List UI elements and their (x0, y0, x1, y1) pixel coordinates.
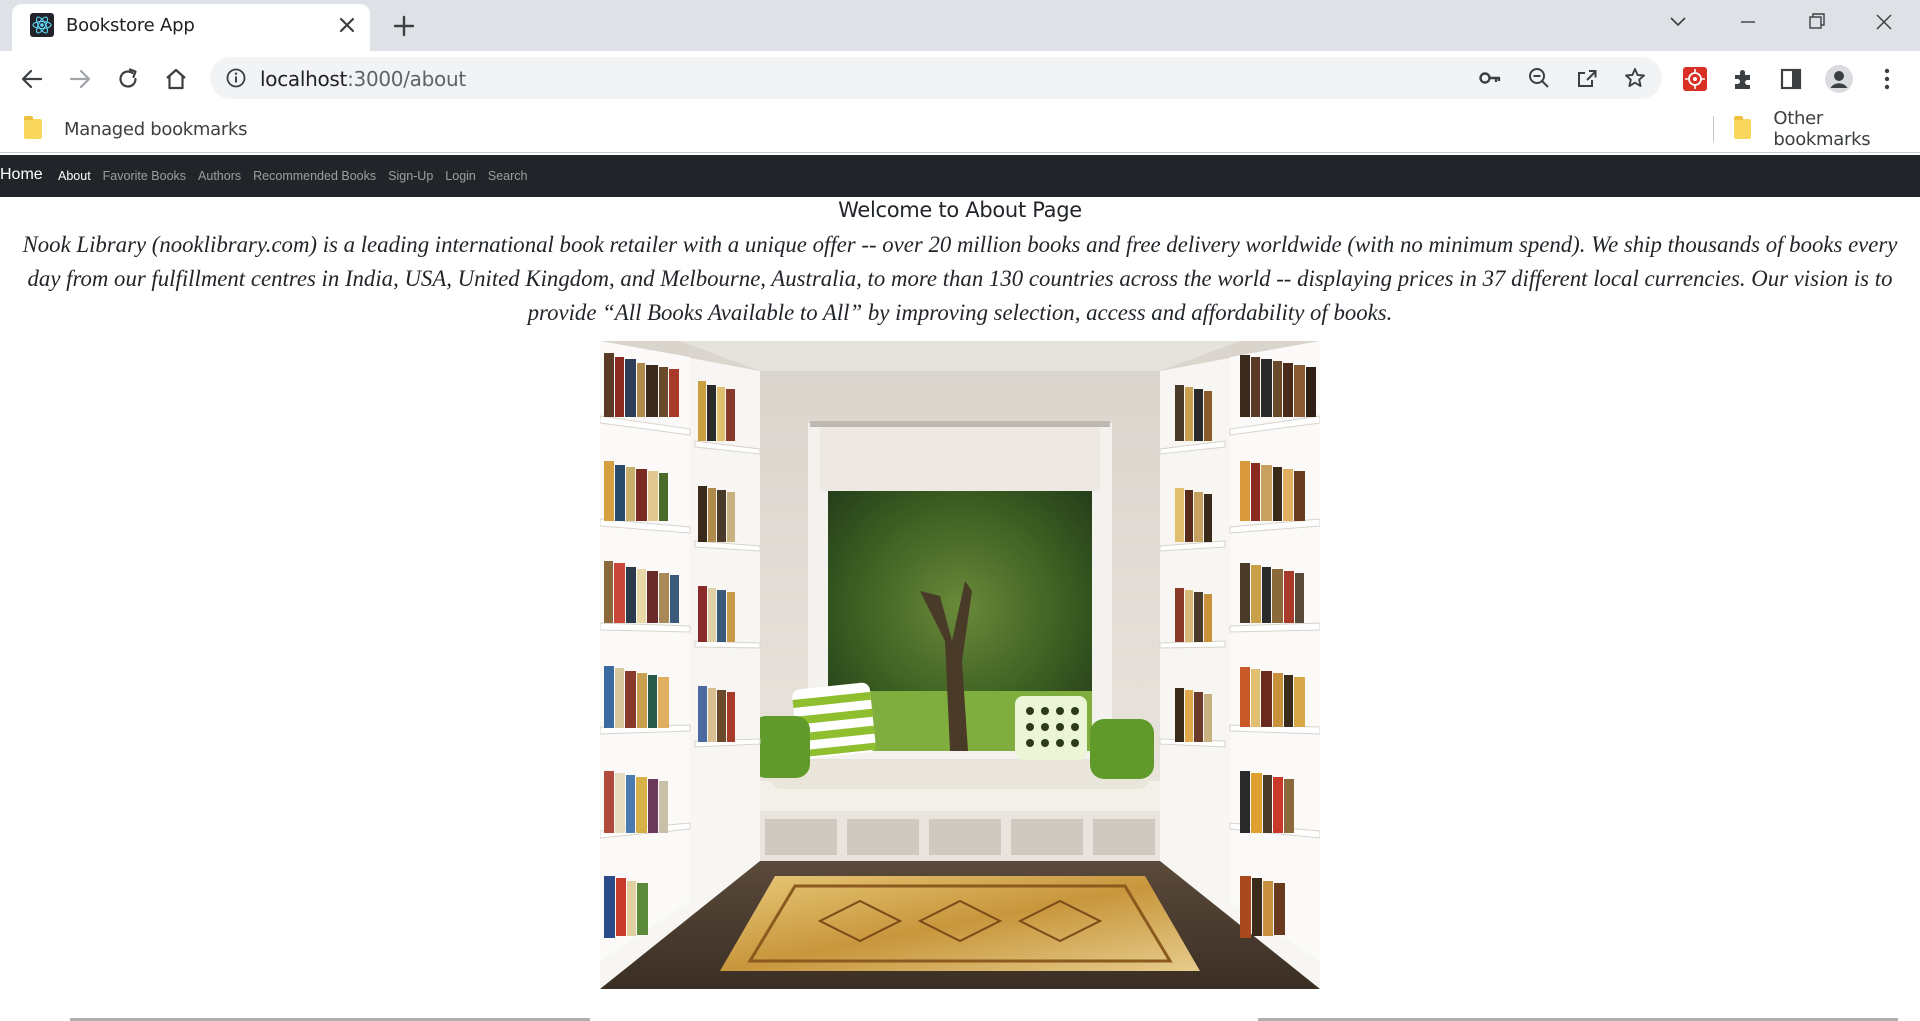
chevron-down-icon[interactable] (1660, 10, 1696, 34)
arrow-left-icon[interactable] (16, 63, 48, 95)
extension-badge-icon[interactable] (1679, 63, 1711, 95)
url-path: :3000/about (347, 67, 466, 91)
arrow-right-icon[interactable] (64, 63, 96, 95)
nav-link-sign-up[interactable]: Sign-Up (388, 169, 433, 183)
nav-link-login[interactable]: Login (445, 169, 476, 183)
nav-links: About Favorite Books Authors Recommended… (58, 169, 540, 183)
library-room-image (600, 341, 1320, 989)
folder-icon (1734, 116, 1752, 139)
tab-title: Bookstore App (66, 15, 195, 36)
share-icon[interactable] (1575, 66, 1599, 90)
plus-icon[interactable] (390, 12, 418, 40)
key-icon[interactable] (1478, 66, 1502, 90)
navbar-brand-home[interactable]: Home (0, 166, 43, 184)
nav-link-authors[interactable]: Authors (198, 169, 241, 183)
about-paragraph: Nook Library (nooklibrary.com) is a lead… (22, 232, 1898, 325)
nav-link-about[interactable]: About (58, 169, 91, 183)
close-icon[interactable] (334, 12, 360, 38)
bookmark-label: Other bookmarks (1773, 108, 1871, 150)
info-icon[interactable] (226, 68, 246, 88)
minimize-icon[interactable] (1730, 10, 1766, 34)
reload-icon[interactable] (112, 63, 144, 95)
url-text: localhost:3000/about (260, 67, 466, 91)
app-navbar: Home About Favorite Books Authors Recomm… (0, 155, 1920, 197)
browser-tab[interactable]: Bookstore App (12, 4, 370, 51)
nav-link-favorite-books[interactable]: Favorite Books (103, 169, 186, 183)
folder-icon (24, 116, 42, 139)
kebab-menu-icon[interactable] (1871, 63, 1903, 95)
side-panel-icon[interactable] (1775, 63, 1807, 95)
bookmark-other[interactable]: Other bookmarks (1734, 108, 1920, 150)
browser-toolbar: localhost:3000/about (0, 51, 1920, 106)
zoom-out-icon[interactable] (1527, 66, 1551, 90)
nav-link-recommended-books[interactable]: Recommended Books (253, 169, 376, 183)
bookmark-managed[interactable]: Managed bookmarks (24, 116, 248, 142)
restore-icon[interactable] (1798, 10, 1834, 34)
bookmarks-bar: Managed bookmarks Other bookmarks (0, 106, 1920, 153)
home-icon[interactable] (160, 63, 192, 95)
profile-icon[interactable] (1823, 63, 1855, 95)
star-icon[interactable] (1623, 66, 1647, 90)
page-title: Welcome to About Page (838, 198, 1082, 222)
tab-strip: Bookstore App (0, 0, 1920, 51)
bookmark-label: Managed bookmarks (64, 118, 248, 140)
puzzle-icon[interactable] (1727, 63, 1759, 95)
address-bar[interactable]: localhost:3000/about (210, 57, 1662, 99)
nav-link-search[interactable]: Search (488, 169, 528, 183)
window-close-icon[interactable] (1866, 10, 1902, 34)
react-logo-icon (30, 13, 54, 37)
url-host: localhost (260, 67, 348, 91)
bookmarks-divider (1713, 116, 1714, 142)
